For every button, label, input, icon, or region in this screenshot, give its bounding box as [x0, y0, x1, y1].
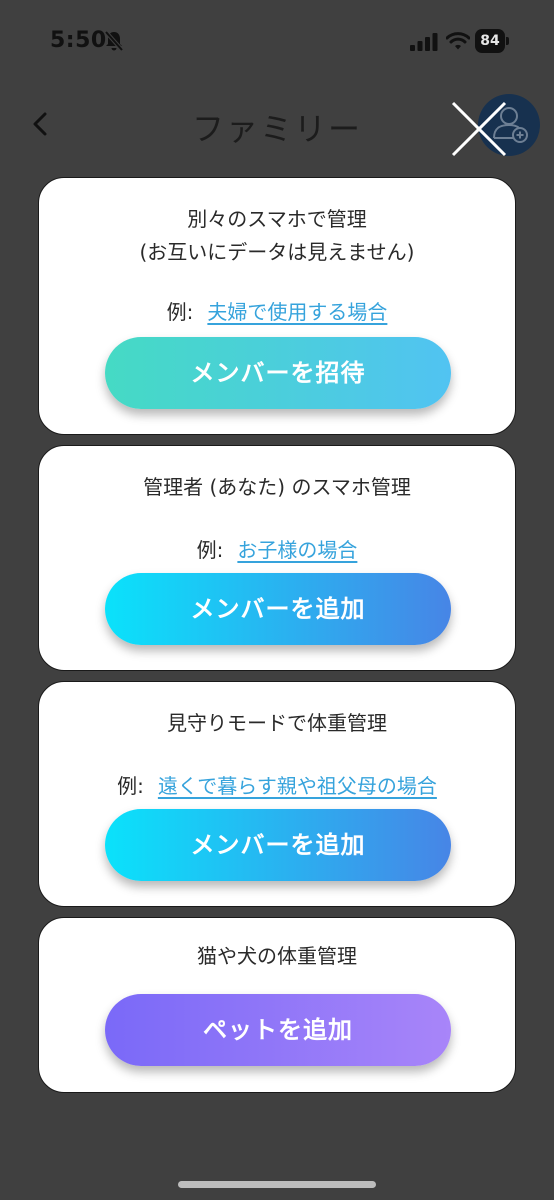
add-child-member-card: 管理者 (あなた) のスマホ管理 例: お子様の場合 メンバーを追加 — [38, 445, 516, 671]
card-example: 例: 夫婦で使用する場合 — [39, 296, 515, 325]
status-time: 5:50 — [50, 28, 107, 53]
card-example: 例: お子様の場合 — [39, 534, 515, 563]
example-label: 例: — [117, 774, 144, 798]
card-title-line: 猫や犬の体重管理 — [197, 944, 357, 968]
invite-member-button[interactable]: メンバーを招待 — [105, 337, 451, 409]
card-title-line: 別々のスマホで管理 — [187, 207, 367, 231]
home-indicator[interactable] — [178, 1181, 376, 1188]
card-title: 猫や犬の体重管理 — [39, 918, 515, 973]
wifi-icon — [446, 32, 470, 50]
add-member-button[interactable]: メンバーを追加 — [105, 809, 451, 881]
battery-level: 84 — [480, 33, 500, 49]
watch-mode-card: 見守りモードで体重管理 例: 遠くで暮らす親や祖父母の場合 メンバーを追加 — [38, 681, 516, 907]
card-title-line: 見守りモードで体重管理 — [167, 711, 387, 735]
bell-slash-icon — [104, 30, 124, 52]
card-example: 例: 遠くで暮らす親や祖父母の場合 — [39, 770, 515, 799]
add-member-button[interactable]: メンバーを追加 — [105, 573, 451, 645]
status-bar: 5:50 84 — [0, 0, 554, 84]
add-pet-button[interactable]: ペットを追加 — [105, 994, 451, 1066]
card-title: 別々のスマホで管理 (お互いにデータは見えません) — [39, 178, 515, 269]
card-title: 管理者 (あなた) のスマホ管理 — [39, 446, 515, 504]
example-label: 例: — [166, 300, 194, 324]
invite-member-card: 別々のスマホで管理 (お互いにデータは見えません) 例: 夫婦で使用する場合 メン… — [38, 177, 516, 435]
family-screen: 5:50 84 ファミリー 別々のスマホで管理 (お互いにデータは見えません) … — [0, 0, 554, 1200]
cellular-signal-icon — [410, 33, 438, 51]
card-title-line: (お互いにデータは見えません) — [139, 240, 415, 264]
card-title: 見守りモードで体重管理 — [39, 682, 515, 740]
example-link-couple[interactable]: 夫婦で使用する場合 — [207, 300, 387, 324]
example-label: 例: — [196, 538, 224, 562]
example-link-parents[interactable]: 遠くで暮らす親や祖父母の場合 — [158, 774, 437, 798]
example-link-child[interactable]: お子様の場合 — [237, 538, 357, 562]
battery-indicator: 84 — [475, 29, 511, 53]
card-title-line: 管理者 (あなた) のスマホ管理 — [143, 475, 411, 499]
add-pet-card: 猫や犬の体重管理 ペットを追加 — [38, 917, 516, 1093]
battery-cap — [506, 37, 509, 45]
close-icon[interactable] — [450, 100, 508, 162]
